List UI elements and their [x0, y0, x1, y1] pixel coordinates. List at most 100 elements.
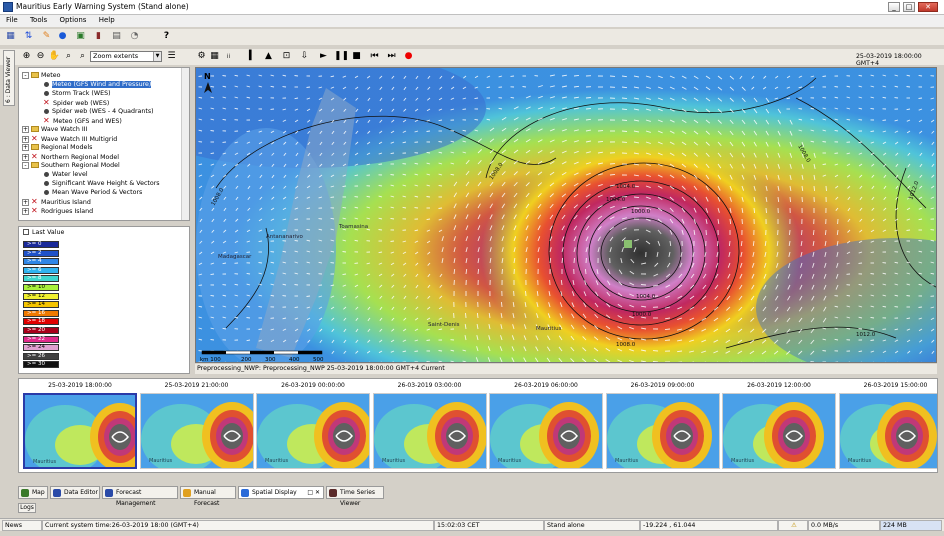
layers-icon[interactable]: ☰ [165, 50, 178, 63]
manual-forecast-icon[interactable]: ✎ [40, 30, 53, 43]
tree-item[interactable]: Spider web (WES - 4 Quadrants) [34, 107, 154, 116]
tree-item[interactable]: Significant Wave Height & Vectors [34, 179, 160, 188]
tree-item[interactable]: + Wave Watch III [22, 125, 87, 134]
expand-toggle-icon[interactable]: - [22, 161, 29, 169]
tree-scrollbar[interactable] [181, 68, 189, 220]
timestep-thumbnail[interactable]: Mauritius [605, 393, 720, 469]
map-icon[interactable]: ▣ [74, 30, 87, 43]
table-icon[interactable]: ▦ [208, 50, 221, 63]
expand-toggle-icon[interactable]: + [22, 135, 29, 143]
pause-icon[interactable]: ❚❚ [334, 50, 349, 63]
step-forward-icon[interactable]: ⏭ [385, 50, 398, 63]
timestep-thumbnail[interactable]: Mauritius [139, 393, 254, 469]
tab-label: Spatial Display [252, 489, 297, 496]
tree-item[interactable]: + ✕ Northern Regional Model [22, 152, 119, 161]
record-icon[interactable]: ● [402, 50, 415, 63]
timeseries-icon[interactable]: ▮ [92, 30, 105, 43]
wind-arrow [224, 361, 226, 362]
thumbnail-map: Mauritius [839, 394, 937, 468]
zoom-combo[interactable]: Zoom extents ▼ [90, 51, 162, 62]
menu-file[interactable]: File [0, 15, 22, 24]
legend-swatch: >= 18 [23, 318, 59, 326]
tree-item[interactable]: + ✕ Rodrigues Island [22, 206, 93, 215]
step-back-icon[interactable]: ⏮ [368, 50, 381, 63]
data-viewer-side-tab[interactable]: 6 : Data Viewer [3, 50, 15, 106]
timestep-thumbnail[interactable]: Mauritius [372, 393, 487, 469]
tree-item[interactable]: Mean Wave Period & Vectors [34, 188, 142, 197]
triangle-icon[interactable]: ▲ [262, 50, 275, 63]
tree-item[interactable]: + Regional Models [22, 143, 92, 152]
wind-arrow [677, 361, 682, 362]
legend-swatch: >= 2 [23, 249, 59, 257]
settings-icon[interactable]: ⚙ [195, 50, 208, 63]
expand-toggle-icon[interactable]: + [22, 125, 29, 133]
contour-label: 1004.0 [616, 184, 636, 190]
zoom-next-icon[interactable]: ⌕ [76, 50, 89, 63]
zoom-in-icon[interactable]: ⊕ [20, 50, 33, 63]
wind-arrow [210, 85, 215, 88]
grid-icon[interactable]: ▤ [110, 30, 123, 43]
wind-arrow [294, 75, 299, 77]
tree-item[interactable]: Water level [34, 170, 88, 179]
expand-toggle-icon[interactable]: + [22, 207, 29, 215]
help-icon[interactable]: ? [160, 30, 173, 43]
warning-icon[interactable]: ⚠ [778, 520, 808, 531]
expand-toggle-icon[interactable]: + [22, 153, 29, 161]
map-canvas[interactable]: N 1008.0 1008.0 1004.0 1004.0 1000.0 100… [196, 68, 937, 363]
forecast-icon[interactable]: ⇅ [22, 30, 35, 43]
wind-arrow [921, 361, 922, 362]
wind-arrow [918, 97, 923, 99]
close-tab-icon[interactable]: □ ✕ [307, 487, 320, 498]
tree-item[interactable]: - Meteo [22, 71, 61, 80]
tab-time-series-viewer[interactable]: Time Series Viewer [326, 486, 384, 507]
tree-item[interactable]: ✕ Meteo (GFS and WES) [34, 116, 122, 125]
menu-tools[interactable]: Tools [24, 15, 51, 24]
data-editor-icon[interactable]: ▦ [4, 30, 17, 43]
menu-help[interactable]: Help [93, 15, 119, 24]
expand-toggle-icon[interactable]: + [22, 143, 29, 151]
timestep-thumbnail[interactable]: Mauritius [23, 393, 137, 469]
timestep-thumbnail[interactable]: Mauritius [256, 393, 370, 469]
expand-toggle-icon[interactable]: + [22, 198, 29, 206]
play-icon[interactable]: ► [317, 50, 330, 63]
tab-spatial-display[interactable]: Spatial Display □ ✕ [238, 486, 324, 499]
export-icon[interactable]: ⇩ [298, 50, 311, 63]
wind-arrow [489, 301, 491, 308]
tab-forecast-management[interactable]: Forecast Management [102, 486, 178, 507]
tree-item[interactable]: ✕ Spider web (WES) [34, 98, 109, 107]
tree-item[interactable]: Meteo (GFS Wind and Pressure) [34, 80, 152, 89]
globe-icon[interactable]: ● [56, 30, 69, 43]
scale-icon[interactable]: ⁞⁞ [222, 50, 235, 63]
stop-icon[interactable]: ■ [350, 50, 363, 63]
spatial-map[interactable]: N 1008.0 1008.0 1004.0 1004.0 1000.0 100… [195, 67, 937, 363]
last-value-checkbox[interactable] [23, 229, 29, 235]
tab-manual-forecast[interactable]: Manual Forecast [180, 486, 236, 507]
last-value-checkbox-row[interactable]: Last Value [23, 229, 64, 236]
timestep-thumbnail[interactable]: Mauritius [838, 393, 937, 469]
expand-toggle-icon[interactable]: - [22, 71, 29, 79]
zoom-combo-value: Zoom extents [93, 52, 139, 60]
minimize-button[interactable]: _ [888, 2, 900, 12]
timestep-thumbnail[interactable]: Mauritius [489, 393, 603, 469]
tab-data-editor[interactable]: Data Editor [50, 486, 100, 499]
tree-item[interactable]: + ✕ Wave Watch III Multigrid [22, 134, 117, 143]
tree-item[interactable]: + ✕ Mauritius Island [22, 197, 91, 206]
tree-item[interactable]: - Southern Regional Model [22, 161, 120, 170]
tree-item[interactable]: Storm Track (WES) [34, 89, 111, 98]
wind-arrow [906, 295, 911, 297]
bar-icon[interactable]: ▍ [246, 50, 259, 63]
logs-tab[interactable]: Logs [18, 503, 36, 513]
menu-options[interactable]: Options [53, 15, 90, 24]
app-icon [3, 2, 13, 12]
close-button[interactable]: ✕ [918, 2, 938, 12]
zoom-prev-icon[interactable]: ⌕ [62, 50, 75, 63]
status-memory[interactable]: 224 MB [880, 520, 942, 531]
status-news[interactable]: News [2, 520, 42, 531]
frame-icon[interactable]: ⊡ [280, 50, 293, 63]
pan-icon[interactable]: ✋ [48, 50, 61, 63]
timestep-thumbnail[interactable]: Mauritius [722, 393, 836, 469]
maximize-button[interactable]: □ [903, 2, 915, 12]
clock-icon[interactable]: ◔ [128, 30, 141, 43]
zoom-out-icon[interactable]: ⊖ [34, 50, 47, 63]
tab-map[interactable]: Map [18, 486, 48, 499]
